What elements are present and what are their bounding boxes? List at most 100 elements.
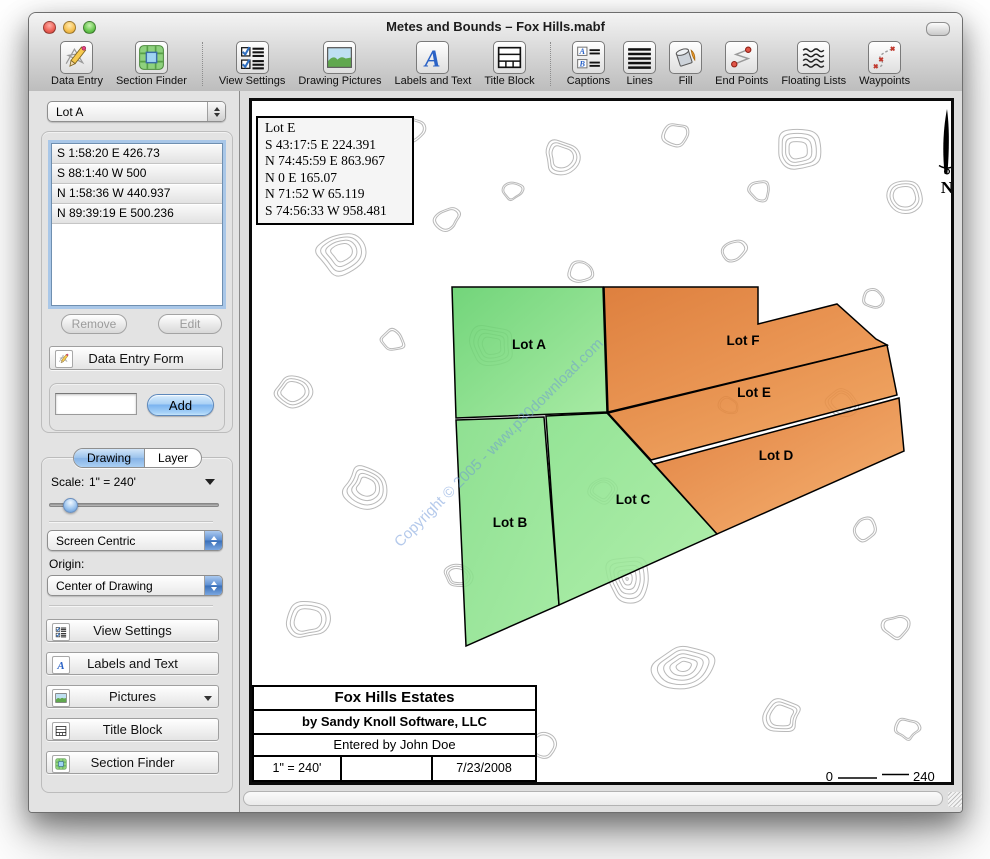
lot-label: Lot E (737, 385, 771, 400)
captions-icon: AB (572, 41, 605, 74)
scale-label: Scale: (51, 475, 84, 489)
scale-bar-end: 240 (913, 769, 935, 782)
lot-label: Lot D (759, 448, 794, 463)
info-box-line: S 74:56:33 W 958.481 (265, 203, 405, 220)
tab-drawing[interactable]: Drawing (74, 449, 145, 467)
info-box-line: N 0 E 165.07 (265, 170, 405, 187)
drawing-canvas[interactable]: Lot ALot BLot CLot FLot ELot D Copyright… (249, 98, 954, 785)
dropdown-arrow-icon (204, 696, 212, 701)
lot-label: Lot C (616, 492, 651, 507)
svg-text:A: A (56, 660, 64, 672)
tab-layer[interactable]: Layer (145, 449, 201, 467)
drawing-pictures-icon (323, 41, 356, 74)
title-block-title: Fox Hills Estates (254, 687, 535, 711)
toolbar-toggle-button[interactable] (926, 22, 950, 36)
app-window: Metes and Bounds – Fox Hills.mabf Data E… (28, 12, 963, 813)
bearing-list-item[interactable]: N 89:39:19 E 500.236 (52, 204, 222, 224)
scale-slider[interactable] (49, 503, 219, 507)
drawing-layer-tabs: Drawing Layer (73, 448, 202, 468)
scale-value[interactable]: 1" = 240' (89, 475, 136, 489)
toolbar-button-waypoints[interactable]: Waypoints (859, 41, 910, 87)
toolbar-button-lines[interactable]: Lines (623, 41, 656, 87)
view-settings-icon (52, 623, 70, 641)
data-entry-pencil-icon (60, 41, 93, 74)
svg-text:A: A (423, 46, 441, 72)
slider-thumb[interactable] (63, 498, 78, 513)
view-settings-icon (236, 41, 269, 74)
floating-lists-icon (797, 41, 830, 74)
add-button[interactable]: Add (147, 394, 214, 416)
titlebar: Metes and Bounds – Fox Hills.mabf (29, 13, 962, 41)
toolbar: Data Entry Section Finder View Settings … (29, 41, 962, 91)
scale-bar-start: 0 (826, 769, 833, 782)
lot-selector[interactable]: Lot A (47, 101, 226, 122)
sidebar-panel-buttons: View Settings A Labels and Text Pictures… (46, 619, 219, 774)
bearing-listbox[interactable]: S 1:58:20 E 426.73S 88:1:40 W 500N 1:58:… (51, 143, 223, 306)
data-entry-form-button[interactable]: Data Entry Form (49, 346, 223, 370)
waypoints-icon (868, 41, 901, 74)
toolbar-button-drawing-pictures[interactable]: Drawing Pictures (298, 41, 381, 87)
popup-arrows-icon (204, 576, 222, 595)
pictures-button[interactable]: Pictures (46, 685, 219, 708)
origin-selector[interactable]: Center of Drawing (47, 575, 223, 596)
scale-bar: 0 240 (826, 769, 935, 782)
window-header: Metes and Bounds – Fox Hills.mabf Data E… (29, 13, 962, 92)
add-input[interactable] (55, 393, 137, 415)
labels-and-text-button[interactable]: A Labels and Text (46, 652, 219, 675)
info-box: Lot E S 43:17:5 E 224.391N 74:45:59 E 86… (256, 116, 414, 225)
title-block-date-cell: 7/23/2008 (433, 757, 535, 780)
lot-label: Lot A (512, 337, 546, 352)
horizontal-scrollbar[interactable] (243, 791, 943, 806)
title-block-scale-cell: 1" = 240' (254, 757, 342, 780)
toolbar-button-title-block[interactable]: Title Block (484, 41, 534, 87)
info-box-lines: S 43:17:5 E 224.391N 74:45:59 E 863.967N… (265, 137, 405, 220)
info-box-line: N 74:45:59 E 863.967 (265, 153, 405, 170)
toolbar-button-labels-and-text[interactable]: A Labels and Text (395, 41, 472, 87)
north-label: N (941, 178, 951, 197)
title-block-button[interactable]: Title Block (46, 718, 219, 741)
view-mode-selector[interactable]: Screen Centric (47, 530, 223, 551)
data-entry-pencil-icon (55, 350, 73, 368)
title-block-entered-by: Entered by John Doe (254, 735, 535, 757)
toolbar-button-section-finder[interactable]: Section Finder (116, 41, 187, 87)
title-block: Fox Hills Estates by Sandy Knoll Softwar… (252, 685, 537, 782)
info-box-title: Lot E (265, 120, 405, 137)
toolbar-separator (202, 42, 204, 86)
title-block-subtitle: by Sandy Knoll Software, LLC (254, 711, 535, 735)
sidebar: Lot A S 1:58:20 E 426.73S 88:1:40 W 500N… (29, 91, 240, 812)
divider (49, 521, 213, 522)
lot-polygon-lot-b[interactable] (456, 417, 559, 646)
end-points-icon (725, 41, 758, 74)
bearing-list-item[interactable]: S 88:1:40 W 500 (52, 164, 222, 184)
popup-arrows-icon (204, 531, 222, 550)
toolbar-button-captions[interactable]: AB Captions (567, 41, 610, 87)
toolbar-separator (550, 42, 552, 86)
labels-text-icon: A (416, 41, 449, 74)
toolbar-button-data-entry[interactable]: Data Entry (51, 41, 103, 87)
lines-icon (623, 41, 656, 74)
resize-grip-icon[interactable] (948, 792, 963, 807)
info-box-line: N 71:52 W 65.119 (265, 186, 405, 203)
popup-arrows-icon (207, 102, 225, 121)
bearing-list-item[interactable]: N 1:58:36 W 440.937 (52, 184, 222, 204)
title-block-icon (52, 722, 70, 740)
section-finder-icon (52, 755, 70, 773)
toolbar-button-floating-lists[interactable]: Floating Lists (781, 41, 846, 87)
fill-bucket-icon (669, 41, 702, 74)
toolbar-button-fill[interactable]: Fill (669, 41, 702, 87)
section-finder-button[interactable]: Section Finder (46, 751, 219, 774)
scale-dropdown-arrow-icon[interactable] (205, 479, 215, 485)
lot-label: Lot F (727, 333, 760, 348)
svg-text:B: B (578, 60, 585, 69)
view-settings-button[interactable]: View Settings (46, 619, 219, 642)
toolbar-button-end-points[interactable]: End Points (715, 41, 768, 87)
title-block-icon (493, 41, 526, 74)
drawing-pictures-icon (52, 689, 70, 707)
lots-layer: Lot ALot BLot CLot FLot ELot D (452, 287, 904, 646)
labels-text-icon: A (52, 656, 70, 674)
bearing-list-item[interactable]: S 1:58:20 E 426.73 (52, 144, 222, 164)
edit-button[interactable]: Edit (158, 314, 222, 334)
remove-button[interactable]: Remove (61, 314, 127, 334)
toolbar-button-view-settings[interactable]: View Settings (219, 41, 285, 87)
window-title: Metes and Bounds – Fox Hills.mabf (29, 13, 962, 41)
